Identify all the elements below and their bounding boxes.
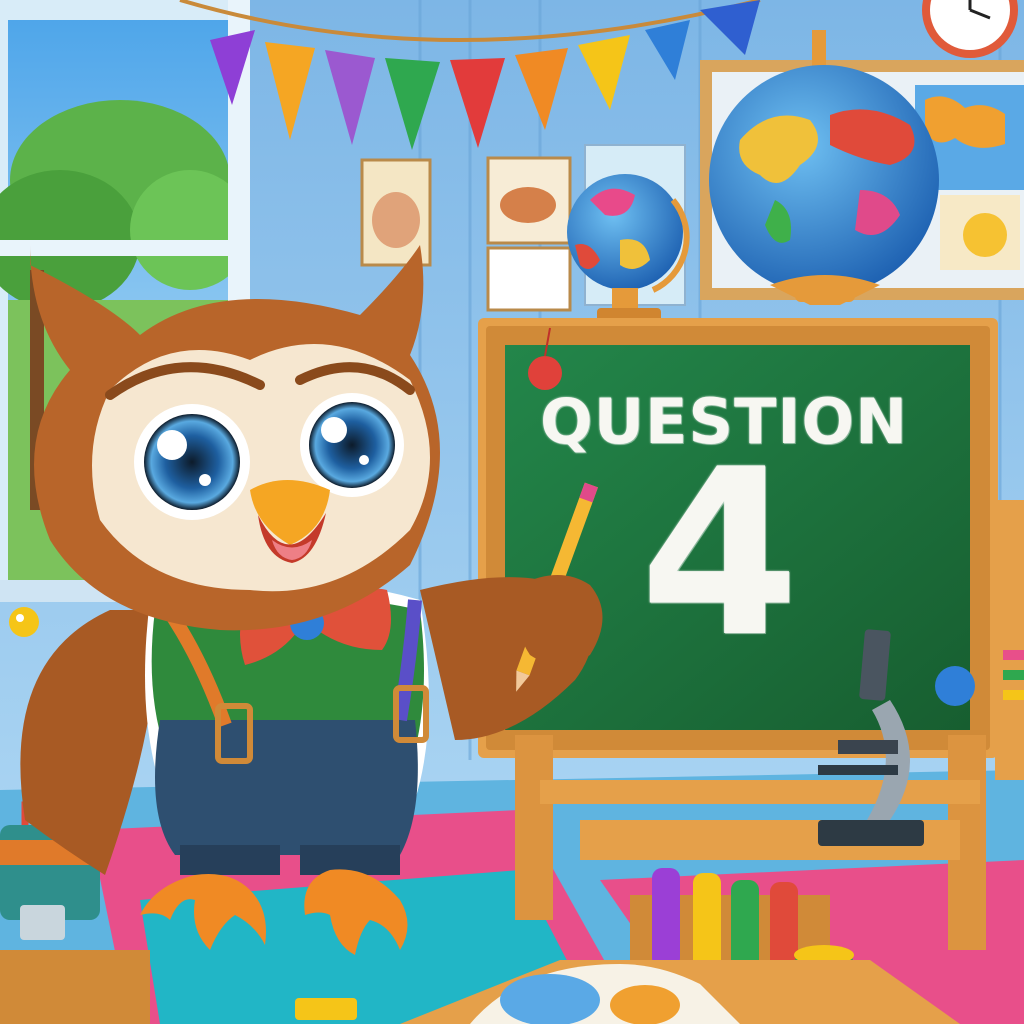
- classroom-scene: [0, 0, 1024, 1024]
- chalkboard-question-number: 4: [639, 421, 801, 688]
